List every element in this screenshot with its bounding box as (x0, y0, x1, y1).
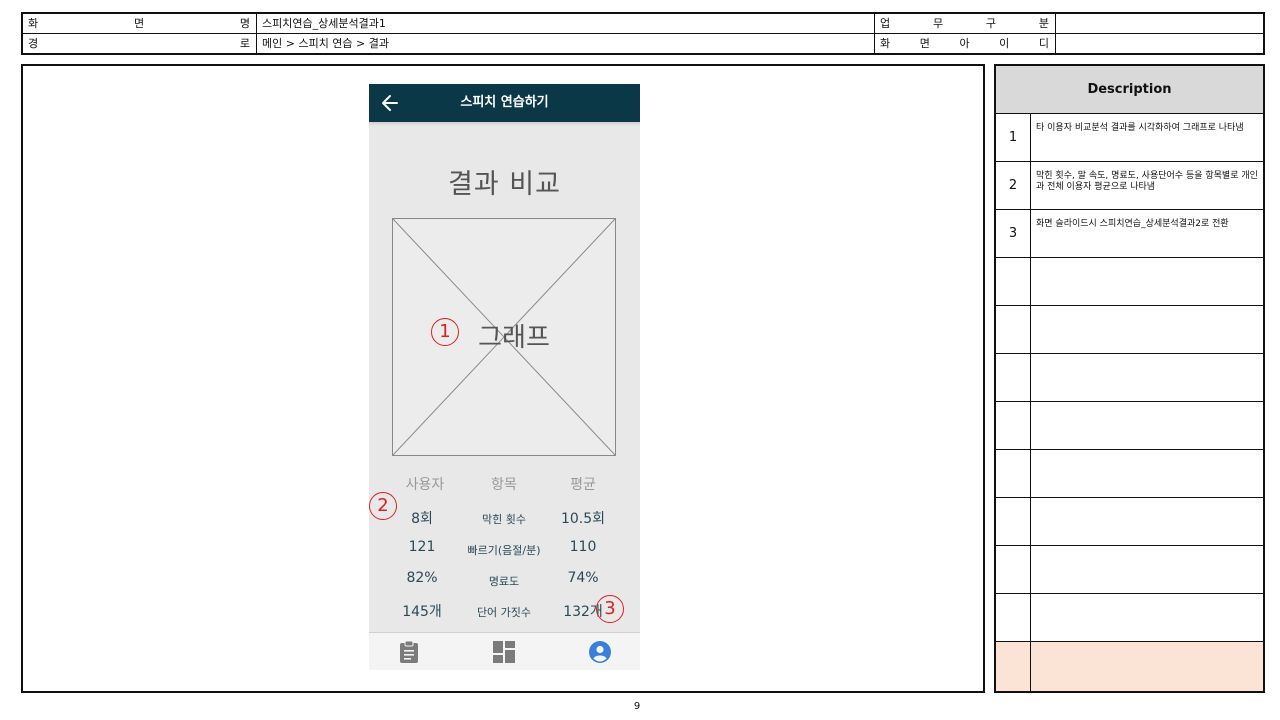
stat-user-value: 145개 (402, 604, 442, 620)
stat-header-item: 항목 (491, 477, 517, 493)
description-row-number (996, 258, 1031, 305)
page-number: 9 (633, 701, 641, 712)
screen-id-value (1056, 34, 1263, 54)
business-value (1056, 14, 1263, 33)
business-label: 업무구분 (875, 14, 1056, 33)
document-header-table: 화면명 스피치연습_상세분석결과1 업무구분 경로 메인 > 스피치 연습 > … (21, 12, 1265, 55)
header-row-2: 경로 메인 > 스피치 연습 > 결과 화면아이디 (23, 34, 1263, 54)
description-row-number: 2 (996, 162, 1031, 209)
stat-item-label: 빠르기(음절/분) (467, 544, 541, 557)
arrow-left-icon[interactable] (381, 91, 403, 115)
bottom-tab-bar (369, 632, 640, 670)
stat-item-label: 막힌 횟수 (482, 513, 526, 526)
description-row-number (996, 594, 1031, 641)
description-row: 3 화면 슬라이드시 스피치연습_상세분석결과2로 전환 (996, 210, 1263, 258)
stat-item-label: 명료도 (488, 575, 520, 588)
stat-header-user: 사용자 (405, 477, 445, 493)
description-row-number (996, 306, 1031, 353)
description-row-number: 3 (996, 210, 1031, 257)
description-title: Description (996, 66, 1263, 114)
description-row (996, 258, 1263, 306)
graph-placeholder: 그래프 (392, 218, 616, 456)
header-row-1: 화면명 스피치연습_상세분석결과1 업무구분 (23, 14, 1263, 34)
description-row-number (996, 450, 1031, 497)
stat-avg-value: 110 (569, 539, 597, 555)
description-row-number (996, 354, 1031, 401)
path-value: 메인 > 스피치 연습 > 결과 (257, 34, 875, 54)
description-row-number (996, 498, 1031, 545)
screen-id-label: 화면아이디 (875, 34, 1056, 54)
annotation-marker-1: 1 (431, 318, 459, 346)
description-row-number (996, 642, 1031, 691)
description-row-text: 타 이용자 비교분석 결과를 시각화하여 그래프로 나타냄 (1036, 123, 1244, 133)
description-panel: Description 1 타 이용자 비교분석 결과를 시각화하여 그래프로 … (994, 64, 1265, 693)
description-row: 2 막힌 횟수, 말 속도, 명료도, 사용단어수 등을 항목별로 개인과 전체… (996, 162, 1263, 210)
phone-screen: 스피치 연습하기 결과 비교 그래프 사용자 항목 평균 8회 막힌 횟수 10… (369, 84, 640, 670)
stat-user-value: 121 (408, 539, 436, 555)
stat-item-label: 단어 가짓수 (476, 606, 532, 619)
user-circle-icon[interactable] (589, 641, 611, 663)
app-bar-title: 스피치 연습하기 (460, 95, 549, 110)
description-row: 1 타 이용자 비교분석 결과를 시각화하여 그래프로 나타냄 (996, 114, 1263, 162)
stat-user-value: 82% (406, 570, 438, 586)
app-bar: 스피치 연습하기 (369, 84, 640, 122)
annotation-marker-2: 2 (369, 492, 397, 520)
description-row-text: 화면 슬라이드시 스피치연습_상세분석결과2로 전환 (1036, 219, 1229, 229)
clipboard-icon[interactable] (398, 640, 420, 663)
result-compare-title: 결과 비교 (448, 169, 561, 200)
stat-avg-value: 10.5회 (560, 511, 606, 527)
graph-label: 그래프 (478, 323, 550, 353)
description-row-number (996, 402, 1031, 449)
description-row-text: 막힌 횟수, 말 속도, 명료도, 사용단어수 등을 항목별로 개인과 전체 이… (1036, 171, 1258, 192)
description-row (996, 498, 1263, 546)
description-row (996, 402, 1263, 450)
description-row (996, 546, 1263, 594)
stat-header-avg: 평균 (570, 477, 596, 493)
dashboard-icon[interactable] (493, 641, 515, 663)
app-bar-shadow (369, 122, 640, 126)
annotation-marker-3: 3 (596, 595, 624, 623)
screen-name-label: 화면명 (23, 14, 257, 33)
description-row (996, 594, 1263, 642)
description-row (996, 642, 1263, 691)
description-row-number: 1 (996, 114, 1031, 161)
screen-name-value: 스피치연습_상세분석결과1 (257, 14, 875, 33)
stat-user-value: 8회 (411, 511, 433, 527)
description-row (996, 306, 1263, 354)
description-row-number (996, 546, 1031, 593)
path-label: 경로 (23, 34, 257, 54)
description-row (996, 354, 1263, 402)
stat-avg-value: 74% (567, 570, 599, 586)
description-row (996, 450, 1263, 498)
